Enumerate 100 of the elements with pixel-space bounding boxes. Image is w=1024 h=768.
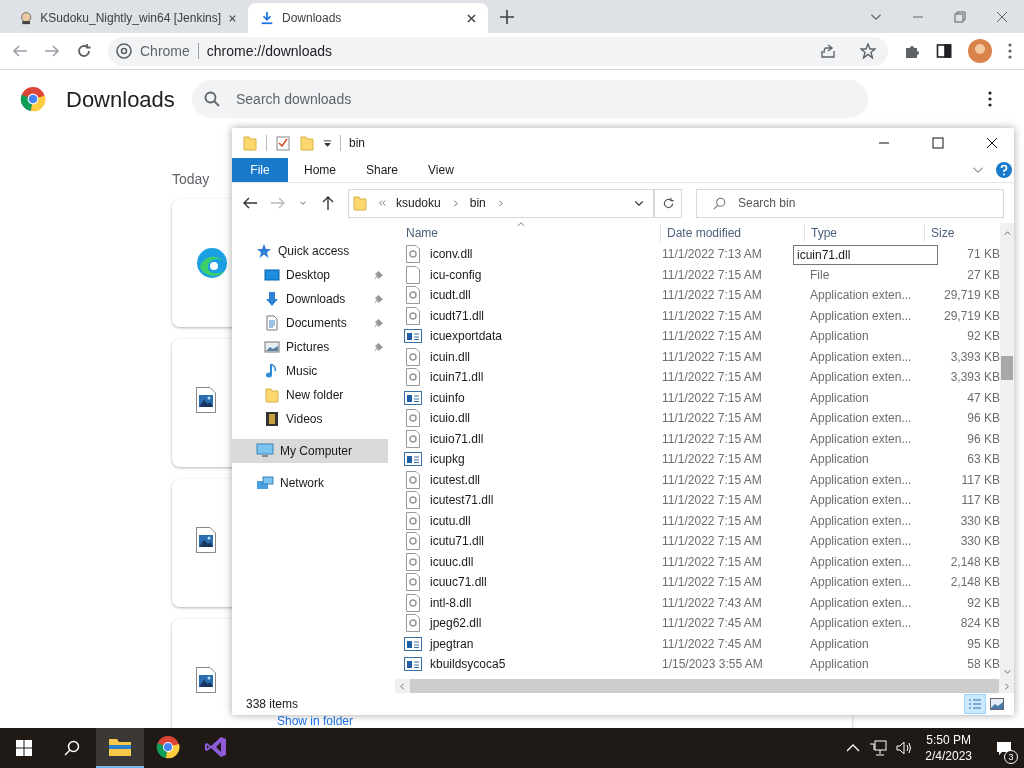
file-type: Application exten... (810, 430, 912, 448)
ribbon-tab[interactable]: Home (290, 158, 350, 182)
speaker-icon[interactable] (895, 740, 914, 756)
scroll-thumb[interactable] (1001, 356, 1013, 380)
pin-icon[interactable] (373, 269, 384, 281)
gear-file-icon (405, 593, 421, 612)
file-size: 29,719 KB (942, 287, 1000, 305)
folder-icon (264, 387, 280, 403)
file-date: 11/1/2022 7:15 AM (661, 348, 763, 366)
message-icon (996, 740, 1012, 756)
chrome-site-icon (116, 43, 132, 59)
search-input[interactable]: Search bin (738, 194, 1003, 212)
file-date: 11/1/2022 7:43 AM (661, 594, 763, 612)
vertical-scrollbar[interactable] (1000, 223, 1014, 679)
browser-tab[interactable]: KSudoku_Nightly_win64 [Jenkins] (8, 3, 248, 33)
side-panel-icon[interactable] (936, 43, 952, 59)
nav-item[interactable]: Videos (232, 407, 388, 431)
item-count: 338 items (246, 696, 299, 713)
file-type: Application exten... (810, 369, 912, 387)
column-header[interactable]: Type (804, 224, 924, 242)
maximize-icon[interactable] (932, 137, 944, 149)
search-icon (713, 196, 726, 210)
address-field[interactable]: ksudoku bin (348, 188, 654, 218)
gear-file-icon (405, 429, 421, 448)
folder-icon (242, 135, 258, 151)
nav-item[interactable]: Music (232, 359, 388, 383)
nav-item[interactable]: My Computer (232, 439, 388, 463)
file-name: jpeg62.dll (430, 615, 482, 633)
file-type: Application (810, 656, 869, 674)
help-icon[interactable] (996, 162, 1012, 178)
overflow-chevron-icon[interactable] (378, 199, 386, 207)
address-bar[interactable]: Chrome chrome://downloads (108, 36, 888, 66)
network-icon[interactable] (869, 740, 888, 756)
gear-file-icon (405, 347, 421, 366)
breadcrumb-item[interactable]: ksudoku (396, 194, 441, 212)
dropdown-icon[interactable] (323, 138, 332, 148)
show-in-folder-link[interactable]: Show in folder (277, 715, 354, 728)
pin-icon[interactable] (373, 293, 384, 305)
pin-icon[interactable] (373, 317, 384, 329)
file-type: Application exten... (810, 594, 912, 612)
tab-title: Downloads (282, 10, 343, 27)
more-icon[interactable] (1008, 43, 1012, 59)
column-header[interactable]: Name (400, 224, 660, 242)
folder-icon (108, 737, 132, 757)
properties-icon[interactable] (275, 135, 291, 151)
refresh-button[interactable] (654, 188, 682, 218)
file-date: 11/1/2022 7:15 AM (661, 287, 763, 305)
new-tab-icon[interactable] (500, 10, 514, 24)
file-name: icuinfo (430, 389, 465, 407)
ribbon-tab[interactable]: View (414, 158, 468, 182)
puzzle-icon[interactable] (904, 43, 920, 59)
file-name: icuin.dll (430, 348, 471, 366)
file-type: Application (810, 451, 869, 469)
ribbon-tab[interactable]: Share (352, 158, 413, 182)
nav-item[interactable]: Quick access (232, 239, 388, 263)
browser-tab[interactable]: Downloads (248, 3, 488, 33)
restore-icon[interactable] (954, 11, 966, 23)
close-icon[interactable] (986, 137, 998, 149)
nav-item[interactable]: New folder (232, 383, 388, 407)
document-icon (264, 315, 280, 331)
blank-file-icon (405, 265, 421, 284)
nav-item[interactable]: Pictures (232, 335, 388, 359)
notification-count: 3 (1004, 750, 1018, 764)
scroll-up-icon (1002, 229, 1012, 238)
application-window-icon (404, 390, 422, 405)
share-icon[interactable] (820, 43, 836, 59)
nav-item[interactable]: Downloads (232, 287, 388, 311)
site-label: Chrome (140, 41, 190, 61)
file-type: Application (810, 389, 869, 407)
scroll-down-icon (1002, 667, 1012, 676)
avatar-icon[interactable] (968, 39, 992, 63)
search-field[interactable]: Search downloads (192, 80, 868, 118)
file-date: 11/1/2022 7:15 AM (661, 410, 763, 428)
breadcrumb-item[interactable]: bin (469, 194, 486, 212)
reload-icon[interactable] (76, 43, 92, 59)
star-icon[interactable] (860, 43, 876, 59)
file-date: 11/1/2022 7:15 AM (661, 451, 763, 469)
chrome-logo-icon (156, 735, 180, 759)
film-icon (264, 411, 280, 427)
nav-item[interactable]: Network (232, 471, 388, 495)
search-field[interactable]: Search bin (696, 188, 1004, 218)
pin-icon[interactable] (373, 341, 384, 353)
file-name: icuuc71.dll (430, 574, 487, 592)
up-icon[interactable] (320, 195, 336, 211)
taskbar-app-button[interactable] (96, 728, 144, 768)
gear-file-icon (405, 306, 421, 325)
back-icon[interactable] (242, 195, 258, 211)
file-size: 2,148 KB (949, 574, 1000, 592)
column-header[interactable]: Date modified (660, 224, 804, 242)
more-icon[interactable] (988, 91, 992, 107)
nav-item[interactable]: Documents (232, 311, 388, 335)
notification-button[interactable]: 3 (984, 728, 1024, 768)
forward-icon[interactable] (44, 43, 60, 59)
close-icon[interactable] (467, 13, 476, 23)
network-icon (256, 475, 274, 491)
search-input[interactable]: Search downloads (236, 88, 856, 110)
close-icon[interactable] (229, 13, 236, 23)
nav-item[interactable]: Desktop (232, 263, 388, 287)
file-name: icudt71.dll (430, 307, 485, 325)
file-name: icudt.dll (430, 287, 471, 305)
